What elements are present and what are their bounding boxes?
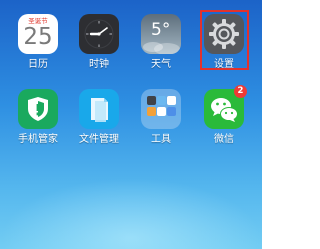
app-label: 工具 xyxy=(151,134,171,145)
weather-icon: 5° xyxy=(141,14,181,54)
app-label: 时钟 xyxy=(89,59,109,70)
app-phone-manager[interactable]: 手机管家 xyxy=(10,89,66,155)
shield-icon xyxy=(18,89,58,129)
app-label: 天气 xyxy=(151,59,171,70)
settings-highlight-box xyxy=(200,10,249,70)
calendar-day: 25 xyxy=(23,24,53,50)
app-label: 微信 xyxy=(214,134,234,145)
app-wechat[interactable]: 2 微信 xyxy=(196,85,252,155)
app-tools-folder[interactable]: 工具 xyxy=(133,89,189,155)
app-label: 文件管理 xyxy=(79,134,119,145)
app-clock[interactable]: 时钟 xyxy=(71,14,127,80)
clock-icon xyxy=(79,14,119,54)
calendar-icon: 圣诞节 25 xyxy=(18,14,58,54)
wallpaper-glow xyxy=(0,178,262,249)
notification-badge: 2 xyxy=(234,85,247,98)
app-file-manager[interactable]: 文件管理 xyxy=(71,89,127,155)
tools-folder-icon xyxy=(141,89,181,129)
app-label: 日历 xyxy=(28,59,48,70)
app-weather[interactable]: 5° 天气 xyxy=(133,14,189,80)
app-calendar[interactable]: 圣诞节 25 日历 xyxy=(10,14,66,80)
home-screen: 圣诞节 25 日历 时钟 5° 天气 设置 手机管家 文件管理 工具 2 微信 xyxy=(0,0,262,249)
folder-icon xyxy=(79,89,119,129)
app-label: 手机管家 xyxy=(18,134,58,145)
